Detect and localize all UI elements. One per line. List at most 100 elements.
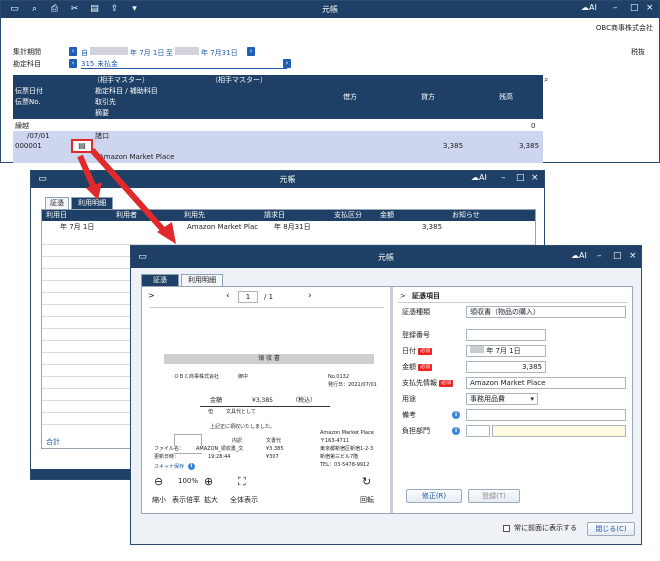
register-button[interactable]: 登録(T) bbox=[468, 489, 520, 503]
tab-voucher[interactable]: 証憑 bbox=[45, 197, 69, 209]
close-dialog-button[interactable]: 閉じる(C) bbox=[587, 522, 635, 536]
window-title: 元帳 bbox=[322, 5, 338, 14]
use-select[interactable]: 事務用品費 ▾ bbox=[466, 393, 538, 405]
ai-logo-icon: ☁AI bbox=[581, 3, 597, 12]
account-label: 勘定科目 bbox=[13, 60, 41, 68]
tax-mode: 税抜 bbox=[631, 48, 645, 56]
period-label: 集計期間 bbox=[13, 48, 41, 56]
type-field[interactable]: 領収書（物品の購入） bbox=[466, 306, 626, 318]
maximize-button[interactable]: □ bbox=[613, 251, 622, 261]
scan-saved-link[interactable]: スキャナ保存 bbox=[154, 464, 184, 471]
info-icon[interactable]: i bbox=[188, 463, 195, 470]
usage-row[interactable]: 年 7月 1日 Amazon Market Plac 年 8月31日 3,385 bbox=[42, 222, 535, 233]
receipt-detail: 内訳 bbox=[232, 438, 243, 444]
date-field[interactable]: 年 7月 1日 bbox=[466, 345, 546, 357]
minimize-button[interactable]: – bbox=[501, 173, 506, 183]
amount-field[interactable]: 3,385 bbox=[466, 361, 546, 373]
voucher-form: > 証憑項目 証憑種類 領収書（物品の購入） 登録番号 日付 必須 年 7月 1… bbox=[394, 287, 632, 513]
receipt-suffix: 御中 bbox=[238, 374, 249, 380]
receipt-title: 領 収 書 bbox=[164, 354, 374, 364]
minimize-button[interactable]: – bbox=[613, 3, 618, 13]
window-title: 元帳 bbox=[279, 175, 296, 184]
zoom-search-icon[interactable]: ⌕ bbox=[544, 75, 548, 85]
zoom-toolbar: ⊖ 縮小 100% 表示倍率 ⊕ 拡大 ⛶ 全体表示 ↻ 回転 bbox=[142, 473, 390, 511]
expand-label: 拡大 bbox=[204, 496, 218, 504]
payee-label: 支払先情報 必須 bbox=[402, 379, 454, 387]
receipt-shop: Amazon Market Place bbox=[320, 430, 374, 436]
section-title: 証憑項目 bbox=[412, 292, 440, 300]
next-period-button[interactable]: › bbox=[247, 47, 255, 56]
required-badge: 必須 bbox=[418, 347, 433, 355]
prev-account-button[interactable]: ‹ bbox=[69, 59, 77, 68]
usage-total: 合計 bbox=[46, 438, 60, 446]
required-badge: 必須 bbox=[418, 363, 433, 371]
zoom-value: 100% bbox=[178, 477, 199, 485]
carry-balance: 0 bbox=[531, 122, 536, 130]
front-checkbox[interactable] bbox=[503, 525, 510, 532]
fit-icon[interactable]: ⛶ bbox=[238, 475, 246, 489]
info-icon[interactable]: i bbox=[452, 411, 460, 419]
amount-label: 金額 必須 bbox=[402, 363, 433, 371]
info-icon[interactable]: i bbox=[452, 427, 460, 435]
close-button[interactable]: × bbox=[646, 3, 654, 13]
prev-page-button[interactable]: ‹ bbox=[226, 291, 230, 301]
close-button[interactable]: × bbox=[629, 251, 637, 261]
page-count: / 1 bbox=[264, 293, 274, 301]
payee-field[interactable]: Amazon Market Place bbox=[466, 377, 626, 389]
prev-period-button[interactable]: ‹ bbox=[69, 47, 77, 56]
ledger-titlebar: ▭ ⌕ ⎙ ✂ ▤ ⇪ ▾ 元帳 ☁AI – □ × bbox=[1, 1, 659, 18]
dept-label: 負担部門 bbox=[402, 427, 430, 435]
voucher-attach-icon[interactable]: ▤ bbox=[71, 139, 93, 153]
ledger-window: ▭ ⌕ ⎙ ✂ ▤ ⇪ ▾ 元帳 ☁AI – □ × OBC商事株式会社 集計期… bbox=[0, 0, 660, 163]
close-button[interactable]: × bbox=[531, 173, 539, 183]
rotate-label: 回転 bbox=[360, 496, 374, 504]
tab-usage[interactable]: 利用明細 bbox=[181, 274, 223, 286]
front-label: 常に前面に表示する bbox=[514, 524, 577, 532]
maximize-button[interactable]: □ bbox=[630, 3, 639, 13]
remark-field[interactable] bbox=[466, 409, 626, 421]
file-name: AMAZON_領収書_文 bbox=[196, 446, 244, 453]
expand-icon[interactable]: ⊕ bbox=[204, 475, 213, 488]
required-badge: 必須 bbox=[439, 379, 454, 387]
expand-left-icon[interactable]: > bbox=[148, 291, 155, 300]
usage-header: 利用日 利用者 利用先 請求日 支払区分 金額 お知らせ bbox=[42, 210, 535, 221]
next-account-button[interactable]: › bbox=[283, 59, 291, 68]
company-name: OBC商事株式会社 bbox=[595, 24, 653, 32]
receipt-amount-label: 金額 bbox=[210, 397, 223, 404]
ai-logo-icon: ☁AI bbox=[571, 251, 587, 260]
receipt-for: 但 bbox=[208, 409, 214, 415]
receipt-item: 文具代として bbox=[226, 409, 256, 415]
receipt-thanks: 上記正に領収いたしました。 bbox=[210, 424, 276, 430]
minimize-button[interactable]: – bbox=[597, 251, 602, 261]
updated-time: 19:28:44 bbox=[208, 454, 231, 461]
dept-code-field[interactable] bbox=[466, 425, 490, 437]
receipt-amount: ¥3,385 bbox=[252, 397, 273, 404]
updated-label: 更新日時： bbox=[154, 454, 180, 461]
zoom-rate-label: 表示倍率 bbox=[172, 496, 200, 504]
tab-voucher[interactable]: 証憑 bbox=[141, 274, 179, 286]
reg-field[interactable] bbox=[466, 329, 546, 341]
receipt-no: No.0132 bbox=[328, 374, 350, 380]
period-to[interactable]: 至年 7月31日 bbox=[166, 47, 238, 58]
voucher-titlebar: ▭ 元帳 ☁AI – □ × bbox=[131, 246, 641, 268]
period-from[interactable]: 自年 7月 1日 bbox=[81, 47, 164, 58]
tab-usage[interactable]: 利用明細 bbox=[71, 197, 113, 209]
dept-name-field[interactable] bbox=[492, 425, 626, 437]
page-input[interactable]: 1 bbox=[238, 291, 258, 303]
receipt-issued: 発行日：2021/07/01 bbox=[328, 382, 377, 388]
receipt-tax-type: 文書代 bbox=[266, 438, 282, 444]
remark-label: 備考 bbox=[402, 411, 416, 419]
edit-button[interactable]: 修正(R) bbox=[406, 489, 462, 503]
ai-logo-icon: ☁AI bbox=[471, 173, 487, 182]
next-page-button[interactable]: › bbox=[308, 291, 312, 301]
collapse-icon[interactable]: > bbox=[400, 291, 406, 301]
receipt-company: ＯＢＣ商事株式会社 bbox=[174, 374, 220, 380]
receipt-zip: 〒163-4711 bbox=[320, 438, 350, 444]
shrink-icon[interactable]: ⊖ bbox=[154, 475, 163, 488]
maximize-button[interactable]: □ bbox=[516, 173, 525, 183]
rotate-icon[interactable]: ↻ bbox=[362, 475, 371, 488]
document-viewer: > ‹ 1 / 1 › 領 収 書 ＯＢＣ商事株式会社 御中 No.0132 発… bbox=[142, 287, 390, 513]
receipt-image: 領 収 書 ＯＢＣ商事株式会社 御中 No.0132 発行日：2021/07/0… bbox=[150, 307, 384, 471]
date-label: 日付 必須 bbox=[402, 347, 433, 355]
voucher-window: ▭ 元帳 ☁AI – □ × 証憑 利用明細 > ‹ 1 / 1 › 領 収 書… bbox=[130, 245, 642, 545]
